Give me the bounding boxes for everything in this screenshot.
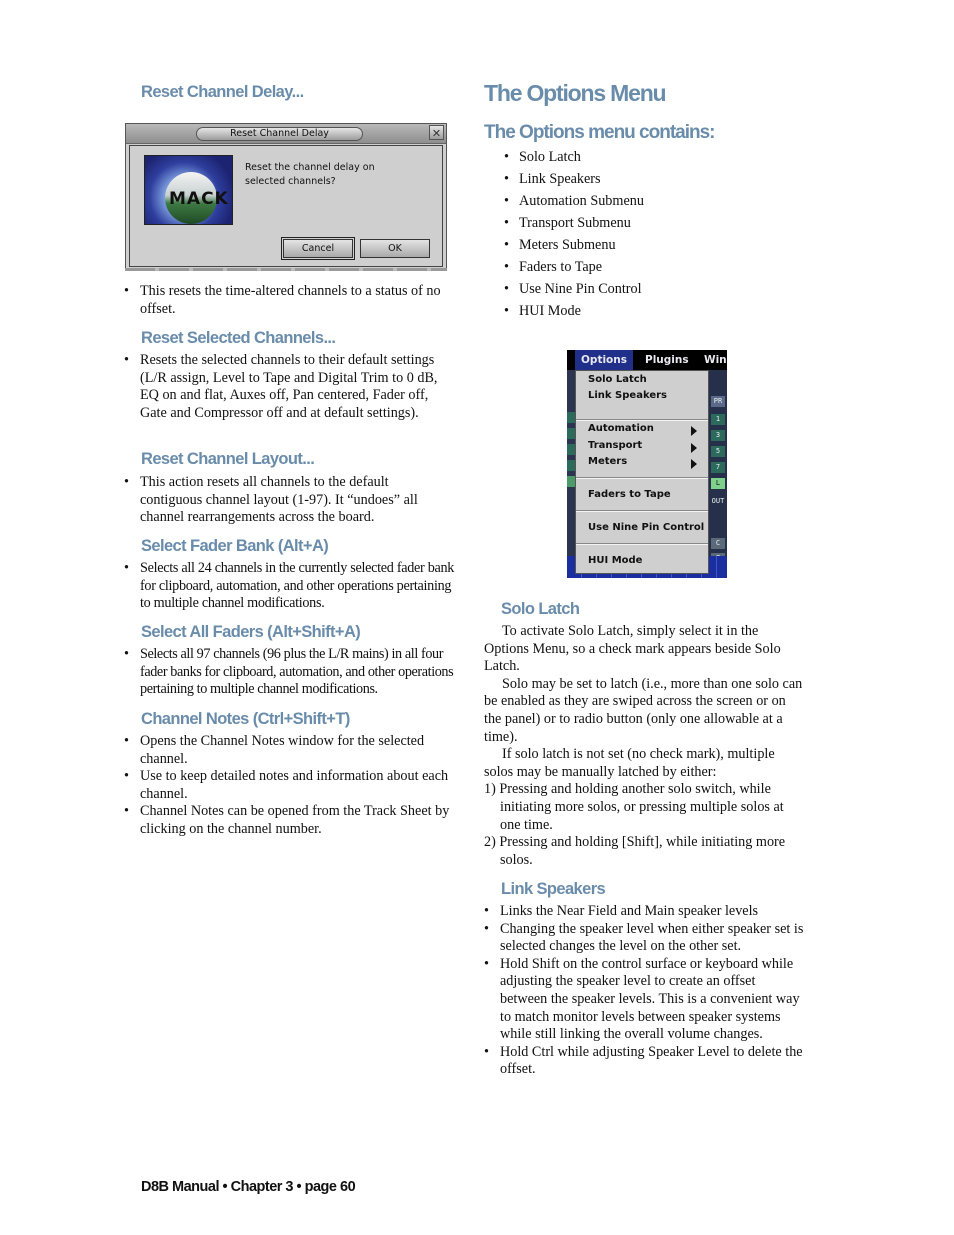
page-footer: D8B Manual • Chapter 3 • page 60 <box>141 1179 356 1195</box>
list-item: Channel Notes can be opened from the Tra… <box>124 803 454 838</box>
options-contains-list: Solo Latch Link Speakers Automation Subm… <box>484 149 784 325</box>
heading-channel-notes: Channel Notes (Ctrl+Shift+T) <box>141 710 350 728</box>
reset-channel-delay-list: This resets the time-altered channels to… <box>124 283 454 318</box>
list-item: This action resets all channels to the d… <box>124 474 454 527</box>
panel-button <box>567 460 575 471</box>
list-item: Transport Submenu <box>484 215 784 233</box>
heading-reset-selected-channels: Reset Selected Channels... <box>141 329 336 347</box>
menu-item-faders-to-tape[interactable]: Faders to Tape <box>588 489 671 500</box>
list-item: Selects all 97 channels (96 plus the L/R… <box>124 646 458 699</box>
menu-separator <box>576 543 708 545</box>
reset-channel-delay-dialog: Reset Channel Delay ✕ MACK Reset the cha… <box>125 123 447 271</box>
panel-button <box>567 476 575 487</box>
page-title: The Options Menu <box>484 80 667 106</box>
list-item: Use Nine Pin Control <box>484 281 784 299</box>
panel-label: 1 <box>711 414 725 425</box>
submenu-arrow-icon <box>691 443 697 453</box>
heading-reset-channel-delay: Reset Channel Delay... <box>141 83 304 101</box>
heading-link-speakers: Link Speakers <box>501 880 606 898</box>
close-icon[interactable]: ✕ <box>429 125 444 140</box>
menu-item-link-speakers[interactable]: Link Speakers <box>588 390 667 401</box>
panel-button <box>567 412 575 423</box>
link-speakers-list: Links the Near Field and Main speaker le… <box>484 903 806 1079</box>
panel-label: PR <box>711 396 725 407</box>
reset-selected-channels-list: Resets the selected channels to their de… <box>124 352 454 422</box>
menu-item-use-nine-pin-control[interactable]: Use Nine Pin Control <box>588 522 704 533</box>
list-item: Meters Submenu <box>484 237 784 255</box>
options-dropdown-menu: Solo Latch Link Speakers Automation Tran… <box>575 370 709 574</box>
dialog-message: Reset the channel delay on selected chan… <box>245 162 375 187</box>
panel-label: L <box>711 478 725 489</box>
list-item: Hold Shift on the control surface or key… <box>484 956 806 1044</box>
mackie-logo: MACK <box>144 155 233 225</box>
menu-separator <box>576 419 708 421</box>
background-right-panel: PR 1 3 5 7 L OUT C Ø <box>709 370 727 578</box>
menu-plugins[interactable]: Plugins <box>639 350 695 370</box>
menu-separator <box>576 477 708 479</box>
numbered-item: 2) Pressing and holding [Shift], while i… <box>484 834 786 868</box>
dialog-title: Reset Channel Delay <box>196 127 363 141</box>
numbered-item: 1) Pressing and holding another solo swi… <box>484 781 784 833</box>
list-item: Faders to Tape <box>484 259 784 277</box>
paragraph: If solo latch is not set (no check mark)… <box>484 746 775 780</box>
dialog-shadow <box>125 268 447 271</box>
panel-label: 3 <box>711 430 725 441</box>
panel-label: 7 <box>711 462 725 473</box>
options-contains-heading: The Options menu contains: <box>484 122 716 143</box>
menu-item-solo-latch[interactable]: Solo Latch <box>588 374 647 385</box>
panel-label: OUT <box>711 497 725 505</box>
solo-latch-text: To activate Solo Latch, simply select it… <box>484 623 806 869</box>
list-item: This resets the time-altered channels to… <box>124 283 454 318</box>
options-menu-screenshot: Options Plugins Win PR 1 3 5 7 L OUT C Ø… <box>567 350 727 578</box>
list-item: Resets the selected channels to their de… <box>124 352 454 422</box>
select-all-faders-list: Selects all 97 channels (96 plus the L/R… <box>124 646 458 699</box>
list-item: Use to keep detailed notes and informati… <box>124 768 454 803</box>
channel-notes-list: Opens the Channel Notes window for the s… <box>124 733 454 839</box>
logo-text: MACK <box>169 189 229 209</box>
paragraph: Solo may be set to latch (i.e., more tha… <box>484 675 803 745</box>
paragraph: To activate Solo Latch, simply select it… <box>484 623 781 675</box>
cancel-button[interactable]: Cancel <box>281 237 355 260</box>
menu-item-automation[interactable]: Automation <box>588 423 654 434</box>
dialog-body: MACK Reset the channel delay on selected… <box>129 145 443 267</box>
submenu-arrow-icon <box>691 459 697 469</box>
list-item: Changing the speaker level when either s… <box>484 921 806 956</box>
heading-select-fader-bank: Select Fader Bank (Alt+A) <box>141 537 329 555</box>
heading-reset-channel-layout: Reset Channel Layout... <box>141 450 315 468</box>
list-item: Selects all 24 channels in the currently… <box>124 560 456 613</box>
heading-select-all-faders: Select All Faders (Alt+Shift+A) <box>141 623 361 641</box>
submenu-arrow-icon <box>691 426 697 436</box>
list-item: Solo Latch <box>484 149 784 167</box>
select-fader-bank-list: Selects all 24 channels in the currently… <box>124 560 456 613</box>
panel-button <box>567 444 575 455</box>
menu-item-meters[interactable]: Meters <box>588 456 627 467</box>
menu-window[interactable]: Win <box>698 350 727 370</box>
list-item: HUI Mode <box>484 303 784 321</box>
panel-label: 5 <box>711 446 725 457</box>
list-item: Links the Near Field and Main speaker le… <box>484 903 806 921</box>
list-item: Automation Submenu <box>484 193 784 211</box>
list-item: Opens the Channel Notes window for the s… <box>124 733 454 768</box>
reset-channel-layout-list: This action resets all channels to the d… <box>124 474 454 527</box>
panel-label: C <box>711 538 725 549</box>
list-item: Link Speakers <box>484 171 784 189</box>
panel-button <box>567 428 575 439</box>
dialog-titlebar[interactable]: Reset Channel Delay ✕ <box>126 124 446 144</box>
menu-item-transport[interactable]: Transport <box>588 440 642 451</box>
heading-solo-latch: Solo Latch <box>501 600 580 618</box>
ok-button[interactable]: OK <box>360 239 430 258</box>
list-item: Hold Ctrl while adjusting Speaker Level … <box>484 1044 806 1079</box>
menu-separator <box>576 510 708 512</box>
menu-options[interactable]: Options <box>575 350 633 370</box>
menu-item-hui-mode[interactable]: HUI Mode <box>588 555 642 566</box>
menu-bar: Options Plugins Win <box>567 350 727 370</box>
